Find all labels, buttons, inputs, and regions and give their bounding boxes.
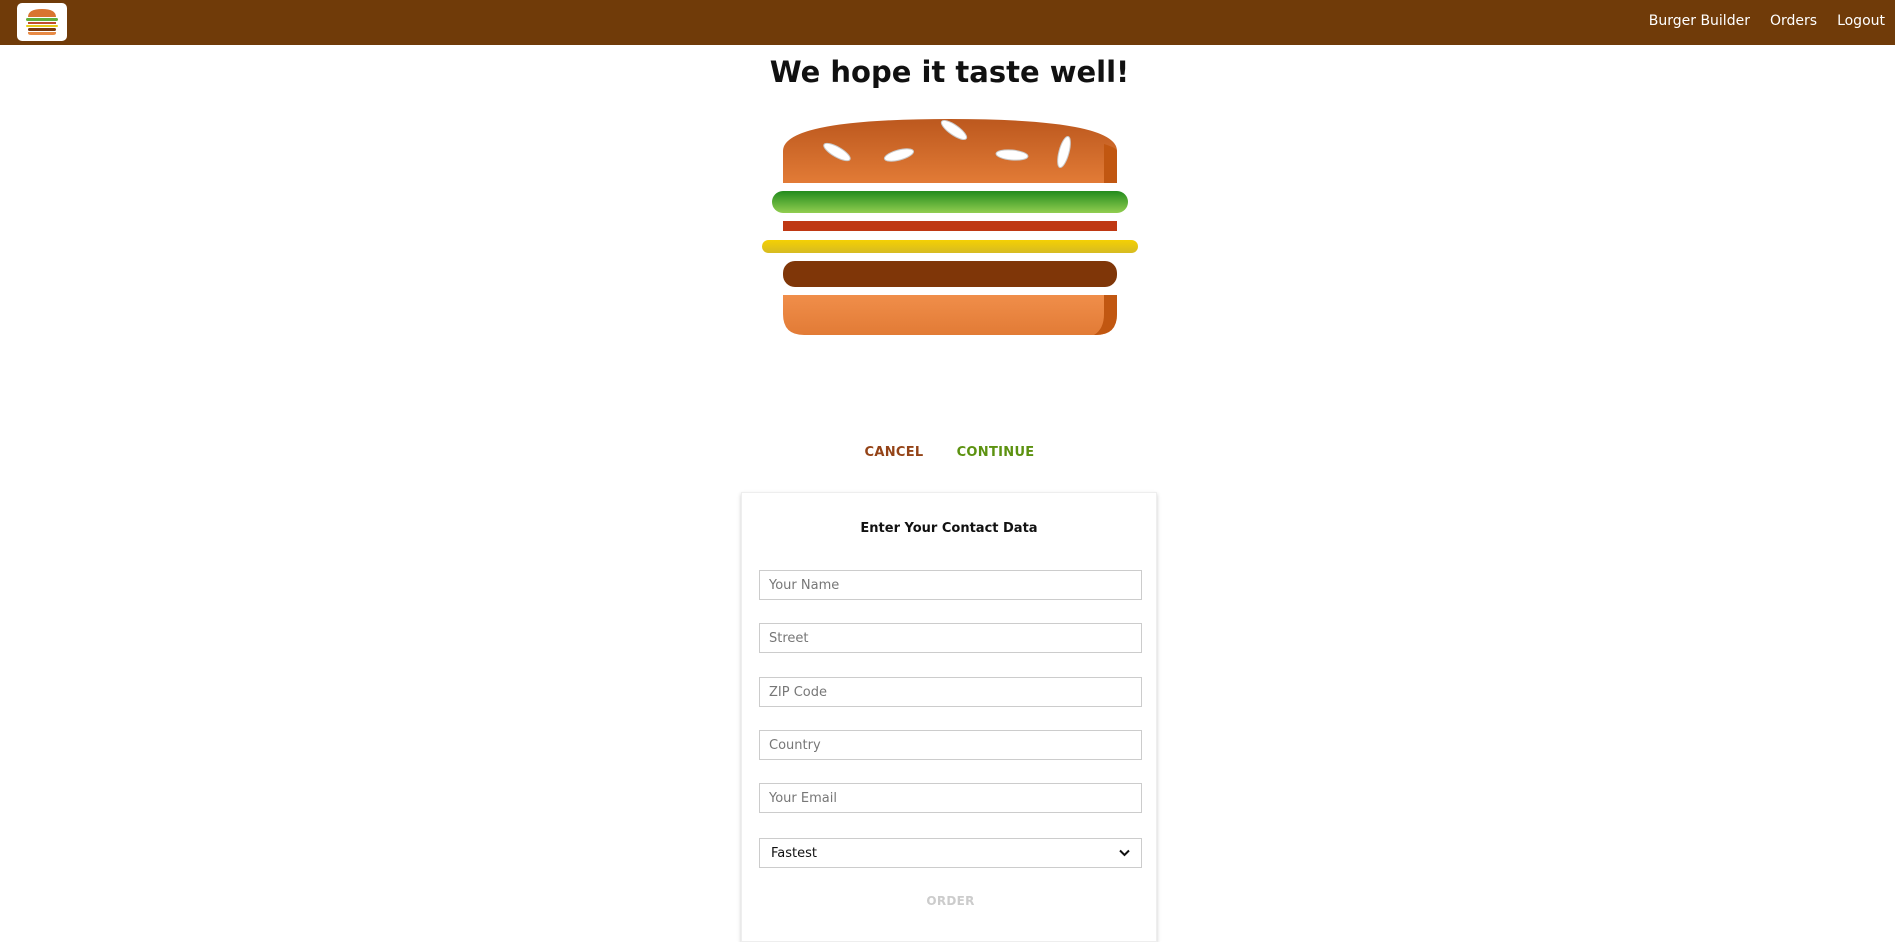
toolbar: Burger Builder Orders Logout [0, 0, 1895, 45]
nav-burger-builder[interactable]: Burger Builder [1639, 0, 1760, 45]
email-input[interactable] [759, 783, 1142, 813]
nav-orders[interactable]: Orders [1760, 0, 1827, 45]
checkout-title: We hope it taste well! [769, 55, 1130, 89]
burger-logo-graphic [26, 9, 58, 35]
burger-illustration [762, 119, 1138, 335]
chevron-down-icon [1119, 847, 1130, 860]
nav-logout[interactable]: Logout [1827, 0, 1895, 45]
contact-data-card: Enter Your Contact Data Fastest ORDER [741, 492, 1157, 942]
meat-layer [783, 261, 1117, 287]
main-nav: Burger Builder Orders Logout [1639, 0, 1895, 45]
summary-actions: CANCEL CONTINUE [0, 441, 1895, 460]
street-input[interactable] [759, 623, 1142, 653]
name-input[interactable] [759, 570, 1142, 600]
salad-layer [772, 191, 1128, 213]
order-button[interactable]: ORDER [759, 893, 1142, 909]
cancel-button[interactable]: CANCEL [851, 445, 938, 460]
cheese-layer [762, 240, 1138, 253]
continue-button[interactable]: CONTINUE [943, 445, 1049, 460]
burger-preview [760, 116, 1140, 338]
delivery-method-value: Fastest [771, 845, 817, 861]
delivery-method-select[interactable]: Fastest [759, 838, 1142, 868]
zip-code-input[interactable] [759, 677, 1142, 707]
contact-data-heading: Enter Your Contact Data [860, 521, 1038, 536]
bacon-layer [783, 221, 1117, 231]
bread-bottom [783, 295, 1117, 335]
country-input[interactable] [759, 730, 1142, 760]
bread-top [783, 119, 1117, 183]
burger-logo-icon[interactable] [17, 3, 67, 41]
